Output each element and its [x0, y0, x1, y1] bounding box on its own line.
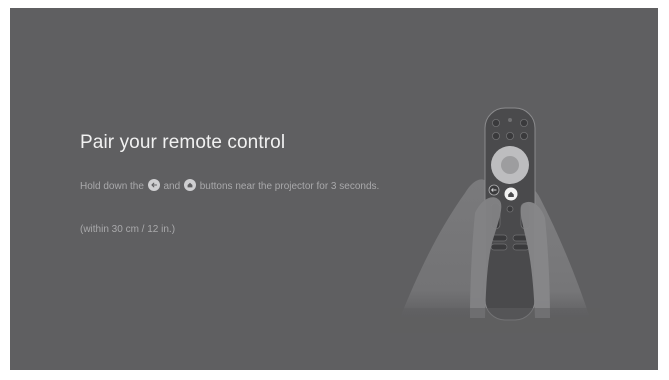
back-arrow-icon — [147, 179, 160, 191]
instruction-text-end: buttons near the projector for 3 seconds… — [199, 181, 380, 192]
pairing-instruction: Hold down the and buttons near the proje… — [80, 179, 390, 195]
instruction-text-middle: and — [163, 181, 181, 192]
instruction-text-start: Hold down the — [80, 181, 144, 192]
distance-note: (within 30 cm / 12 in.) — [80, 224, 176, 235]
pairing-screen: Pair your remote control Hold down the a… — [10, 8, 658, 370]
page-title: Pair your remote control — [80, 132, 286, 153]
remote-pairing-illustration — [390, 107, 600, 333]
home-icon — [183, 179, 196, 191]
